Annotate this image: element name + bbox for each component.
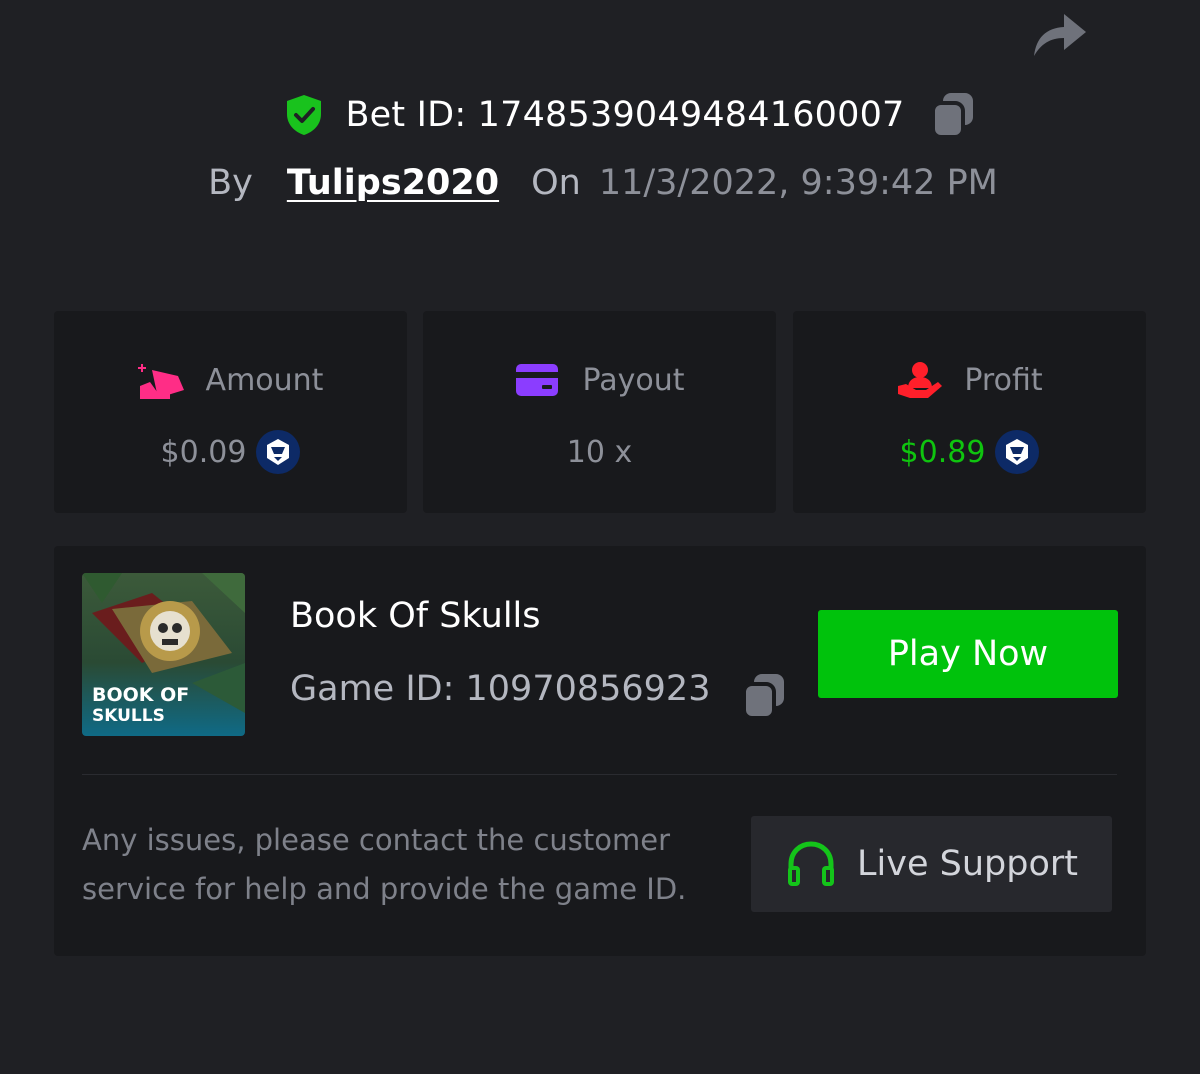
profit-label: Profit bbox=[964, 362, 1043, 398]
payout-value: 10 x bbox=[566, 434, 633, 470]
profit-card: Profit $0.89 bbox=[793, 311, 1146, 513]
profit-header: Profit bbox=[793, 355, 1146, 405]
card-icon bbox=[516, 364, 559, 396]
profit-value: $0.89 bbox=[899, 434, 986, 470]
game-title: Book Of Skulls bbox=[290, 596, 541, 636]
bet-details-page: Bet ID: 1748539049484160007 By Tulips202… bbox=[0, 0, 1200, 1074]
amount-value-row: $0.09 bbox=[54, 427, 407, 477]
share-arrow-icon[interactable] bbox=[1030, 8, 1088, 58]
profit-value-row: $0.89 bbox=[793, 427, 1146, 477]
bet-amount-icon bbox=[137, 364, 184, 399]
bet-datetime: 11/3/2022, 9:39:42 PM bbox=[598, 163, 998, 203]
bet-id-row: Bet ID: 1748539049484160007 bbox=[0, 88, 1200, 142]
verified-shield-icon bbox=[287, 95, 322, 135]
bet-meta-row: By Tulips2020 On 11/3/2022, 9:39:42 PM bbox=[0, 158, 1200, 208]
amount-header: Amount bbox=[54, 355, 407, 405]
live-support-label: Live Support bbox=[857, 844, 1078, 884]
amount-value: $0.09 bbox=[160, 434, 247, 470]
crypto-coin-icon bbox=[256, 430, 301, 474]
play-now-button[interactable]: Play Now bbox=[818, 610, 1118, 698]
live-support-button[interactable]: Live Support bbox=[751, 816, 1112, 912]
payout-label: Payout bbox=[582, 362, 685, 398]
game-id-row: Game ID: 10970856923 bbox=[290, 664, 786, 720]
amount-card: Amount $0.09 bbox=[54, 311, 407, 513]
payout-value-row: 10 x bbox=[423, 427, 776, 477]
username-link[interactable]: Tulips2020 bbox=[287, 163, 499, 203]
crypto-coin-icon bbox=[995, 430, 1040, 474]
game-id: Game ID: 10970856923 bbox=[290, 669, 711, 709]
by-label: By bbox=[208, 163, 253, 203]
copy-game-id-icon[interactable] bbox=[742, 672, 786, 720]
divider bbox=[82, 774, 1117, 775]
profit-hand-icon bbox=[898, 362, 943, 398]
support-help-text: Any issues, please contact the customer … bbox=[82, 823, 687, 906]
amount-label: Amount bbox=[205, 362, 324, 398]
bet-id: Bet ID: 1748539049484160007 bbox=[345, 95, 905, 135]
on-label: On bbox=[531, 163, 581, 203]
copy-bet-id-icon[interactable] bbox=[930, 91, 975, 139]
payout-card: Payout 10 x bbox=[423, 311, 776, 513]
payout-header: Payout bbox=[423, 355, 776, 405]
thumb-title-line1: BOOK OF bbox=[92, 684, 189, 706]
headset-icon bbox=[788, 841, 835, 886]
thumb-title-line2: SKULLS bbox=[92, 706, 165, 726]
game-thumbnail[interactable]: BOOK OF SKULLS bbox=[82, 573, 245, 736]
game-card: BOOK OF SKULLS Book Of Skulls Game ID: 1… bbox=[54, 546, 1146, 956]
